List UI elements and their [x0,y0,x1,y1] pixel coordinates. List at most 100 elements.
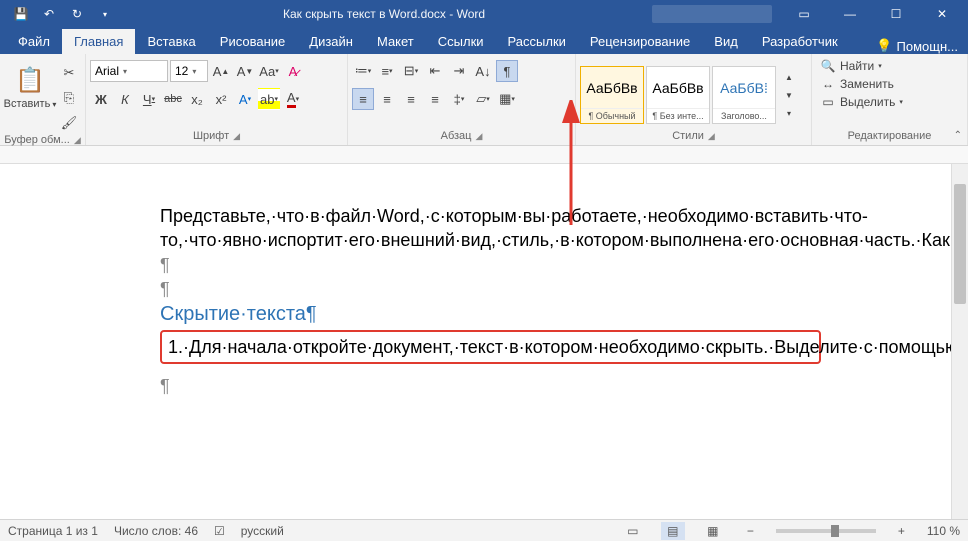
style-normal[interactable]: АаБбВв ¶ Обычный [580,66,644,124]
italic-button[interactable]: К [114,88,136,110]
find-button[interactable]: 🔍Найти▾ [816,58,886,74]
tab-mailings[interactable]: Рассылки [496,29,578,54]
status-word-count[interactable]: Число слов: 46 [114,524,198,538]
scrollbar-thumb[interactable] [954,184,966,304]
paragraph-group-label: Абзац [441,130,472,142]
superscript-icon[interactable]: x² [210,88,232,110]
increase-indent-icon[interactable]: ⇥ [448,60,470,82]
font-launcher-icon[interactable]: ◢ [233,131,240,142]
style-no-spacing[interactable]: АаБбВв ¶ Без инте... [646,66,710,124]
font-size-value: 12 [175,64,188,78]
maximize-icon[interactable]: ☐ [874,0,918,28]
status-spellcheck-icon[interactable]: ☑ [214,524,225,538]
styles-scroll-down-icon[interactable]: ▼ [778,86,800,104]
clipboard-group-label: Буфер обм... [4,134,70,146]
subscript-icon[interactable]: x₂ [186,88,208,110]
font-size-combo[interactable]: 12 ▾ [170,60,208,82]
clipboard-launcher-icon[interactable]: ◢ [74,135,81,146]
zoom-out-button[interactable]: − [741,524,760,538]
zoom-slider[interactable] [776,529,876,533]
change-case-button[interactable]: Aa▾ [258,60,280,82]
tab-draw[interactable]: Рисование [208,29,297,54]
clear-formatting-icon[interactable]: A̷ [282,60,304,82]
view-web-layout-icon[interactable]: ▦ [701,522,725,540]
tab-view[interactable]: Вид [702,29,750,54]
view-read-mode-icon[interactable]: ▭ [621,522,645,540]
style-name: Заголово... [713,108,775,123]
cut-icon[interactable]: ✂ [58,62,80,84]
zoom-level[interactable]: 110 % [927,524,960,538]
styles-scroll-up-icon[interactable]: ▲ [778,68,800,86]
show-hide-pilcrow-button[interactable]: ¶ [496,60,518,82]
status-language[interactable]: русский [241,524,284,538]
document-area[interactable]: Представьте,·что·в·файл·Word,·с·которым·… [0,164,951,519]
shrink-font-icon[interactable]: A▼ [234,60,256,82]
select-label: Выделить [840,95,895,109]
paste-button[interactable]: 📋 Вставить▾ [4,60,56,110]
decrease-indent-icon[interactable]: ⇤ [424,60,446,82]
account-area[interactable] [652,5,772,23]
select-button[interactable]: ▭Выделить▾ [816,94,907,110]
borders-icon[interactable]: ▦▾ [496,88,518,110]
collapse-ribbon-icon[interactable]: ⌃ [952,128,964,143]
font-name-combo[interactable]: Arial▾ [90,60,168,82]
horizontal-ruler[interactable] [0,146,968,164]
font-group-label: Шрифт [193,130,229,142]
chevron-down-icon[interactable]: ▾ [123,67,127,76]
vertical-scrollbar[interactable] [951,164,968,519]
styles-launcher-icon[interactable]: ◢ [708,131,715,142]
redo-icon[interactable]: ↻ [66,3,88,25]
grow-font-icon[interactable]: A▲ [210,60,232,82]
zoom-in-button[interactable]: + [892,524,911,538]
tab-developer[interactable]: Разработчик [750,29,850,54]
minimize-icon[interactable]: — [828,0,872,28]
replace-button[interactable]: ↔Заменить [816,76,898,92]
blank-paragraph[interactable]: ¶ [160,277,821,301]
blank-paragraph[interactable]: ¶ [160,374,821,398]
align-left-icon[interactable]: ≡ [352,88,374,110]
page[interactable]: Представьте,·что·в·файл·Word,·с·которым·… [20,164,941,419]
line-spacing-icon[interactable]: ‡▾ [448,88,470,110]
sort-icon[interactable]: A↓ [472,60,494,82]
ribbon-options-icon[interactable]: ▭ [782,0,826,28]
bullets-icon[interactable]: ≔▾ [352,60,374,82]
zoom-slider-thumb[interactable] [831,525,839,537]
highlight-icon[interactable]: ab▾ [258,88,280,110]
font-color-icon[interactable]: A▾ [282,88,304,110]
undo-icon[interactable]: ↶ [38,3,60,25]
tab-references[interactable]: Ссылки [426,29,496,54]
view-print-layout-icon[interactable]: ▤ [661,522,685,540]
text-effects-icon[interactable]: A▾ [234,88,256,110]
close-icon[interactable]: ✕ [920,0,964,28]
qat-customize-icon[interactable]: ▾ [94,3,116,25]
tab-layout[interactable]: Макет [365,29,426,54]
numbering-icon[interactable]: ≡▾ [376,60,398,82]
tell-me[interactable]: 💡 Помощн... [866,38,968,54]
styles-more-icon[interactable]: ▾ [778,104,800,122]
strikethrough-button[interactable]: abc [162,88,184,110]
chevron-down-icon[interactable]: ▾ [192,67,196,76]
tab-review[interactable]: Рецензирование [578,29,702,54]
style-heading1[interactable]: АаБбВ⁞ Заголово... [712,66,776,124]
heading-2[interactable]: Скрытие·текста¶ [160,301,821,328]
tab-file[interactable]: Файл [6,29,62,54]
align-center-icon[interactable]: ≡ [376,88,398,110]
tab-design[interactable]: Дизайн [297,29,365,54]
justify-icon[interactable]: ≡ [424,88,446,110]
align-right-icon[interactable]: ≡ [400,88,422,110]
tab-home[interactable]: Главная [62,29,135,54]
search-icon: 🔍 [820,59,836,73]
copy-icon[interactable]: ⎘ [58,87,80,109]
paragraph-body[interactable]: Представьте,·что·в·файл·Word,·с·которым·… [160,204,821,253]
paragraph-launcher-icon[interactable]: ◢ [475,131,482,142]
save-icon[interactable]: 💾 [10,3,32,25]
shading-icon[interactable]: ▱▾ [472,88,494,110]
status-page[interactable]: Страница 1 из 1 [8,524,98,538]
underline-button[interactable]: Ч▾ [138,88,160,110]
format-painter-icon[interactable]: 🖌 [58,112,80,134]
bold-button[interactable]: Ж [90,88,112,110]
blank-paragraph[interactable]: ¶ [160,253,821,277]
paragraph-body[interactable]: 1.·Для·начала·откройте·документ,·текст·в… [168,335,813,359]
multilevel-list-icon[interactable]: ⊟▾ [400,60,422,82]
tab-insert[interactable]: Вставка [135,29,207,54]
